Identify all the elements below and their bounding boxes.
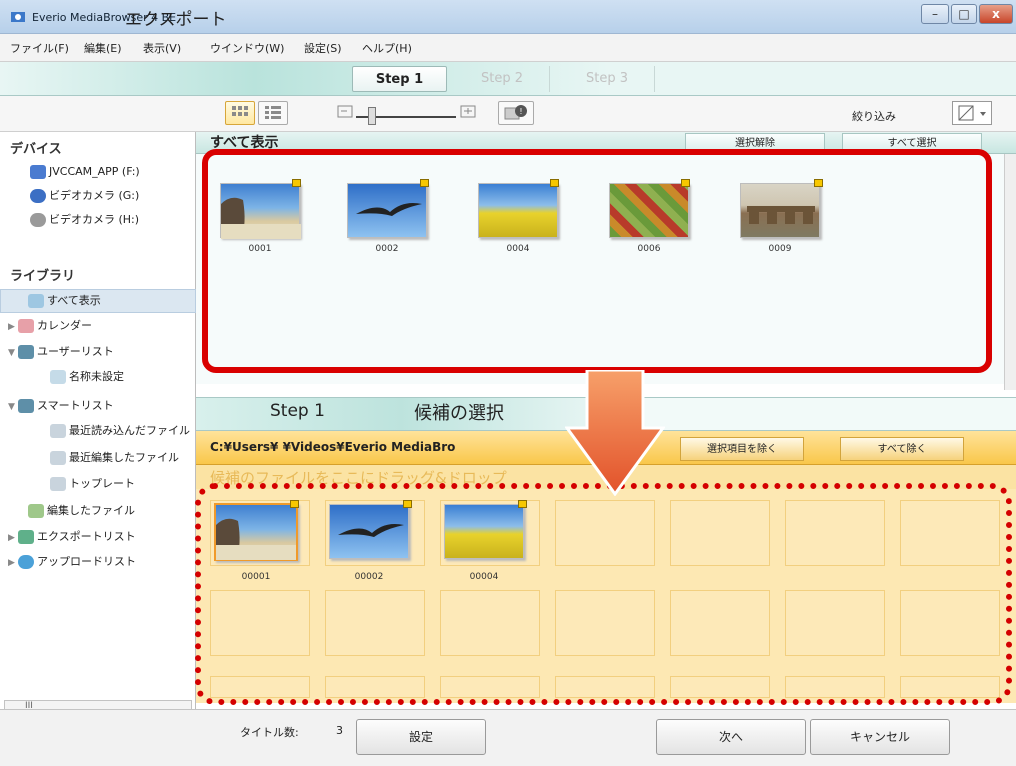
title-count-label: タイトル数: — [240, 726, 299, 739]
sidebar-device-camera-g[interactable]: ビデオカメラ (G:) — [30, 185, 139, 207]
sidebar-item-calendar[interactable]: ▶ カレンダー — [8, 315, 92, 337]
thumbnail-scrollbar[interactable] — [1004, 154, 1016, 390]
remove-all-button[interactable]: すべて除く — [840, 437, 964, 461]
calendar-icon — [18, 319, 34, 333]
tree-arrow: ▶ — [8, 558, 15, 568]
globe-icon — [18, 555, 34, 569]
tree-arrow: ▼ — [8, 348, 15, 358]
sidebar-item-label: 編集したファイル — [47, 504, 135, 517]
sidebar-item-all[interactable]: すべて表示 — [18, 290, 101, 312]
camera-icon — [30, 213, 46, 227]
tab-step-3[interactable]: Step 3 — [560, 66, 655, 92]
page-title: エクスポート — [125, 10, 227, 30]
sidebar-item-export-list[interactable]: ▶ エクスポートリスト — [8, 526, 136, 548]
sidebar-item-top-rated[interactable]: トップレート — [40, 473, 135, 495]
down-arrow-icon — [565, 370, 665, 496]
info-icon[interactable]: ! — [498, 101, 534, 125]
maximize-button[interactable]: □ — [951, 4, 977, 24]
remove-selected-button[interactable]: 選択項目を除く — [680, 437, 804, 461]
menu-help[interactable]: ヘルプ(H) — [362, 40, 412, 56]
sidebar-item-label: カレンダー — [37, 319, 92, 332]
edit-icon — [28, 504, 44, 518]
svg-text:!: ! — [519, 107, 522, 116]
zoom-slider-thumb[interactable] — [368, 107, 376, 125]
sidebar-item-upload-list[interactable]: ▶ アップロードリスト — [8, 551, 136, 573]
tree-arrow: ▶ — [8, 533, 15, 543]
sidebar-item-label: 最近読み込んだファイル — [69, 424, 190, 437]
sidebar-item-label: トップレート — [69, 477, 135, 490]
list-view-icon[interactable] — [258, 101, 288, 125]
tree-arrow: ▼ — [8, 402, 15, 412]
cancel-button[interactable]: キャンセル — [810, 719, 950, 755]
sidebar-item-user-list[interactable]: ▼ ユーザーリスト — [8, 341, 114, 363]
list-icon — [50, 370, 66, 384]
export-path: C:¥Users¥ ¥Videos¥Everio MediaBro — [210, 440, 456, 454]
tree-arrow: ▶ — [8, 322, 15, 332]
sidebar-item-recent-imported[interactable]: 最近読み込んだファイル — [40, 420, 190, 442]
minimize-button[interactable]: – — [921, 4, 949, 24]
sidebar-item-label: 最近編集したファイル — [69, 451, 179, 464]
tab-step-2[interactable]: Step 2 — [455, 66, 550, 92]
camera-icon — [30, 189, 46, 203]
close-button[interactable]: x — [979, 4, 1013, 24]
title-count: 3 — [336, 724, 343, 737]
devices-title: デバイス — [10, 142, 62, 157]
sidebar-item-label: エクスポートリスト — [37, 530, 136, 543]
sidebar-item-label: 名称未設定 — [69, 370, 124, 383]
settings-button[interactable]: 設定 — [356, 719, 486, 755]
sidebar-device-label: JVCCAM_APP (F:) — [49, 165, 140, 178]
camera-icon — [30, 165, 46, 179]
sidebar-device-camera-h[interactable]: ビデオカメラ (H:) — [30, 209, 139, 231]
drop-target-outline — [195, 483, 1012, 705]
sidebar-item-recent-edited[interactable]: 最近編集したファイル — [40, 447, 179, 469]
sidebar-device-label: ビデオカメラ (G:) — [49, 189, 140, 202]
book-icon — [18, 345, 34, 359]
sidebar-item-label: すべて表示 — [47, 294, 101, 307]
menu-edit[interactable]: 編集(E) — [84, 40, 122, 56]
sidebar-item-edited-files[interactable]: 編集したファイル — [18, 500, 135, 522]
step-label: Step 1 — [270, 401, 325, 421]
filter-dropdown[interactable] — [952, 101, 992, 125]
menu-settings[interactable]: 設定(S) — [304, 40, 342, 56]
zoom-in-icon[interactable] — [458, 101, 480, 125]
export-icon — [18, 530, 34, 544]
book-icon — [18, 399, 34, 413]
sidebar-item-label: アップロードリスト — [37, 555, 136, 568]
smart-folder-icon — [50, 424, 66, 438]
sidebar-item-label: スマートリスト — [37, 399, 114, 412]
sidebar-device-label: ビデオカメラ (H:) — [49, 213, 140, 226]
menu-window[interactable]: ウインドウ(W) — [210, 40, 284, 56]
sidebar-device-jvccam[interactable]: JVCCAM_APP (F:) — [30, 161, 140, 183]
grid-view-icon[interactable] — [225, 101, 255, 125]
sidebar-item-smart-list[interactable]: ▼ スマートリスト — [8, 395, 114, 417]
folder-icon — [28, 294, 44, 308]
library-title: ライブラリ — [10, 269, 76, 284]
sidebar-item-label: ユーザーリスト — [37, 345, 114, 358]
smart-folder-icon — [50, 451, 66, 465]
next-button[interactable]: 次へ — [656, 719, 806, 755]
menu-file[interactable]: ファイル(F) — [10, 40, 69, 56]
smart-folder-icon — [50, 477, 66, 491]
filter-label: 絞り込み — [852, 110, 896, 123]
app-icon — [11, 12, 25, 22]
zoom-out-icon[interactable] — [335, 101, 357, 125]
candidate-title: 候補の選択 — [414, 403, 504, 424]
tab-step-1[interactable]: Step 1 — [352, 66, 447, 92]
menu-view[interactable]: 表示(V) — [143, 40, 181, 56]
highlight-box — [202, 149, 992, 373]
sidebar-item-untitled[interactable]: 名称未設定 — [40, 366, 124, 388]
